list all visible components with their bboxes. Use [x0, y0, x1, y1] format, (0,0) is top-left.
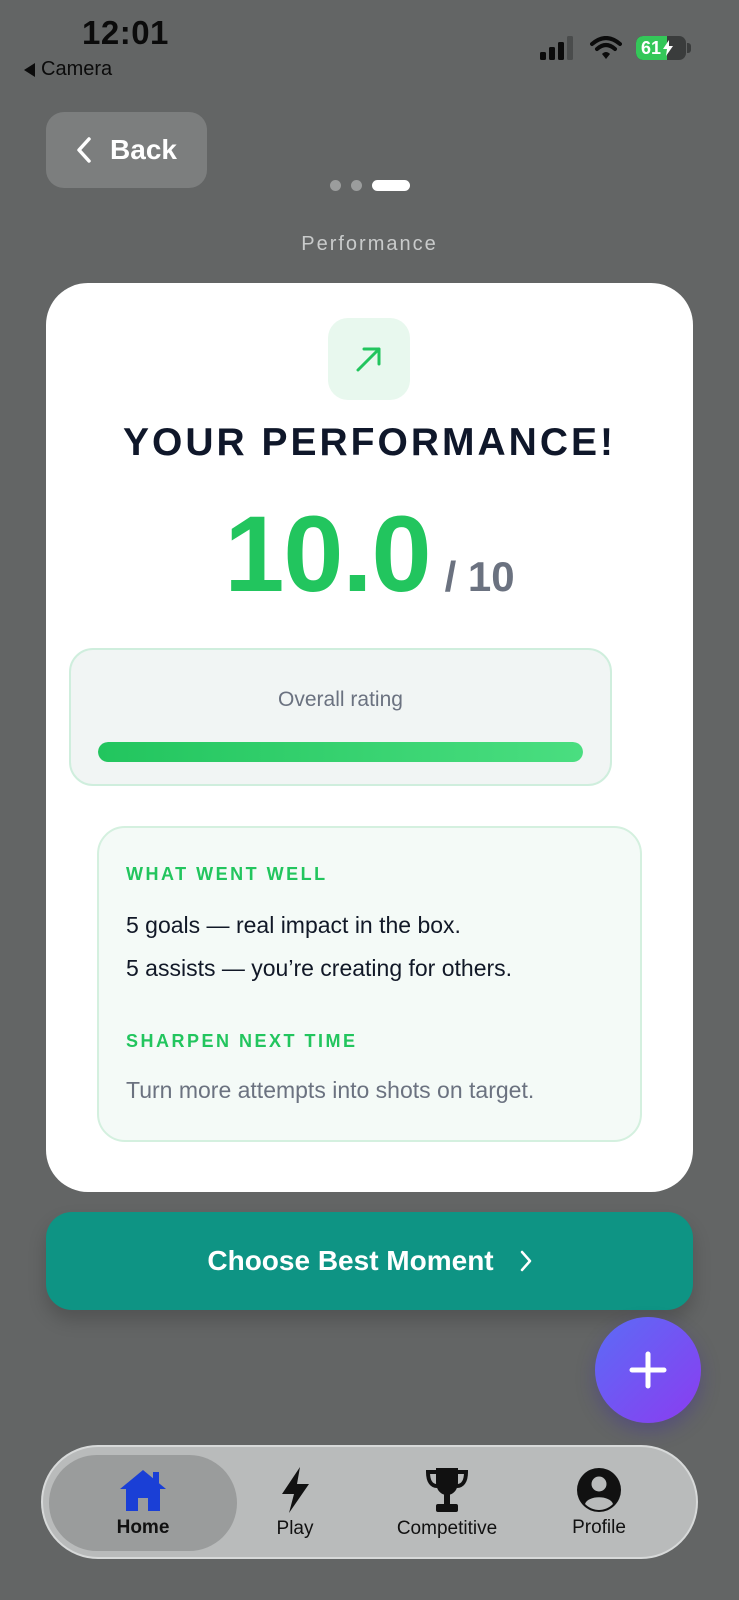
choose-best-moment-button[interactable]: Choose Best Moment — [46, 1212, 693, 1310]
tab-label: Play — [276, 1518, 314, 1539]
page-indicator — [0, 180, 739, 191]
rating-bar-fill — [98, 742, 583, 762]
bolt-icon — [282, 1467, 309, 1513]
status-indicators: 61 — [540, 36, 691, 60]
went-well-item: 5 assists — you’re creating for others. — [126, 955, 513, 981]
tab-label: Profile — [572, 1517, 626, 1538]
overall-rating-box: Overall rating — [69, 648, 612, 786]
tab-label: Competitive — [396, 1518, 498, 1539]
plus-icon — [629, 1351, 667, 1389]
status-time: 12:01 — [82, 14, 169, 51]
went-well-item: 5 goals — real impact in the box. — [126, 912, 461, 938]
cta-label: Choose Best Moment — [207, 1245, 494, 1276]
trend-icon-tile — [328, 318, 410, 400]
battery-indicator: 61 — [636, 36, 691, 60]
rating-bar — [98, 742, 583, 762]
sharpen-item: Turn more attempts into shots on target. — [126, 1077, 535, 1103]
cellular-signal-icon — [540, 36, 573, 60]
return-app-label: Camera — [41, 58, 113, 80]
performance-card: YOUR PERFORMANCE! 10.0 / 10 Overall ratin… — [46, 283, 693, 1192]
rating-label: Overall rating — [278, 688, 403, 711]
went-well-heading: WHAT WENT WELL — [126, 864, 328, 884]
wifi-icon — [590, 36, 622, 59]
bottom-tab-bar: Home Play Competitive Profile — [41, 1445, 698, 1559]
arrow-up-right-icon — [356, 347, 381, 372]
add-fab-button[interactable] — [595, 1317, 701, 1423]
back-button-label: Back — [110, 134, 177, 165]
page-label: Performance — [301, 233, 438, 255]
card-title: YOUR PERFORMANCE! — [122, 421, 616, 464]
chevron-right-icon — [520, 1250, 531, 1272]
chevron-left-icon — [77, 137, 91, 163]
score-display: 10.0 / 10 — [46, 491, 693, 616]
trophy-icon — [425, 1468, 469, 1512]
page-dot[interactable] — [350, 180, 362, 191]
home-icon — [120, 1470, 166, 1511]
page-dot-active[interactable] — [371, 180, 410, 191]
page-dot[interactable] — [329, 180, 341, 191]
back-button[interactable]: Back — [46, 112, 207, 188]
feedback-box: WHAT WENT WELL 5 goals — real impact in … — [97, 826, 642, 1142]
back-triangle-icon — [24, 62, 35, 77]
sharpen-heading: SHARPEN NEXT TIME — [126, 1031, 358, 1051]
charging-bolt-icon — [663, 40, 674, 56]
score-max: / 10 — [444, 553, 515, 600]
score-value: 10.0 — [224, 493, 431, 614]
tab-profile[interactable]: Profile — [505, 1455, 693, 1551]
tab-label: Home — [116, 1517, 170, 1538]
profile-icon — [577, 1468, 621, 1512]
battery-level: 61 — [641, 37, 662, 58]
return-to-camera-link[interactable]: Camera — [24, 58, 112, 81]
